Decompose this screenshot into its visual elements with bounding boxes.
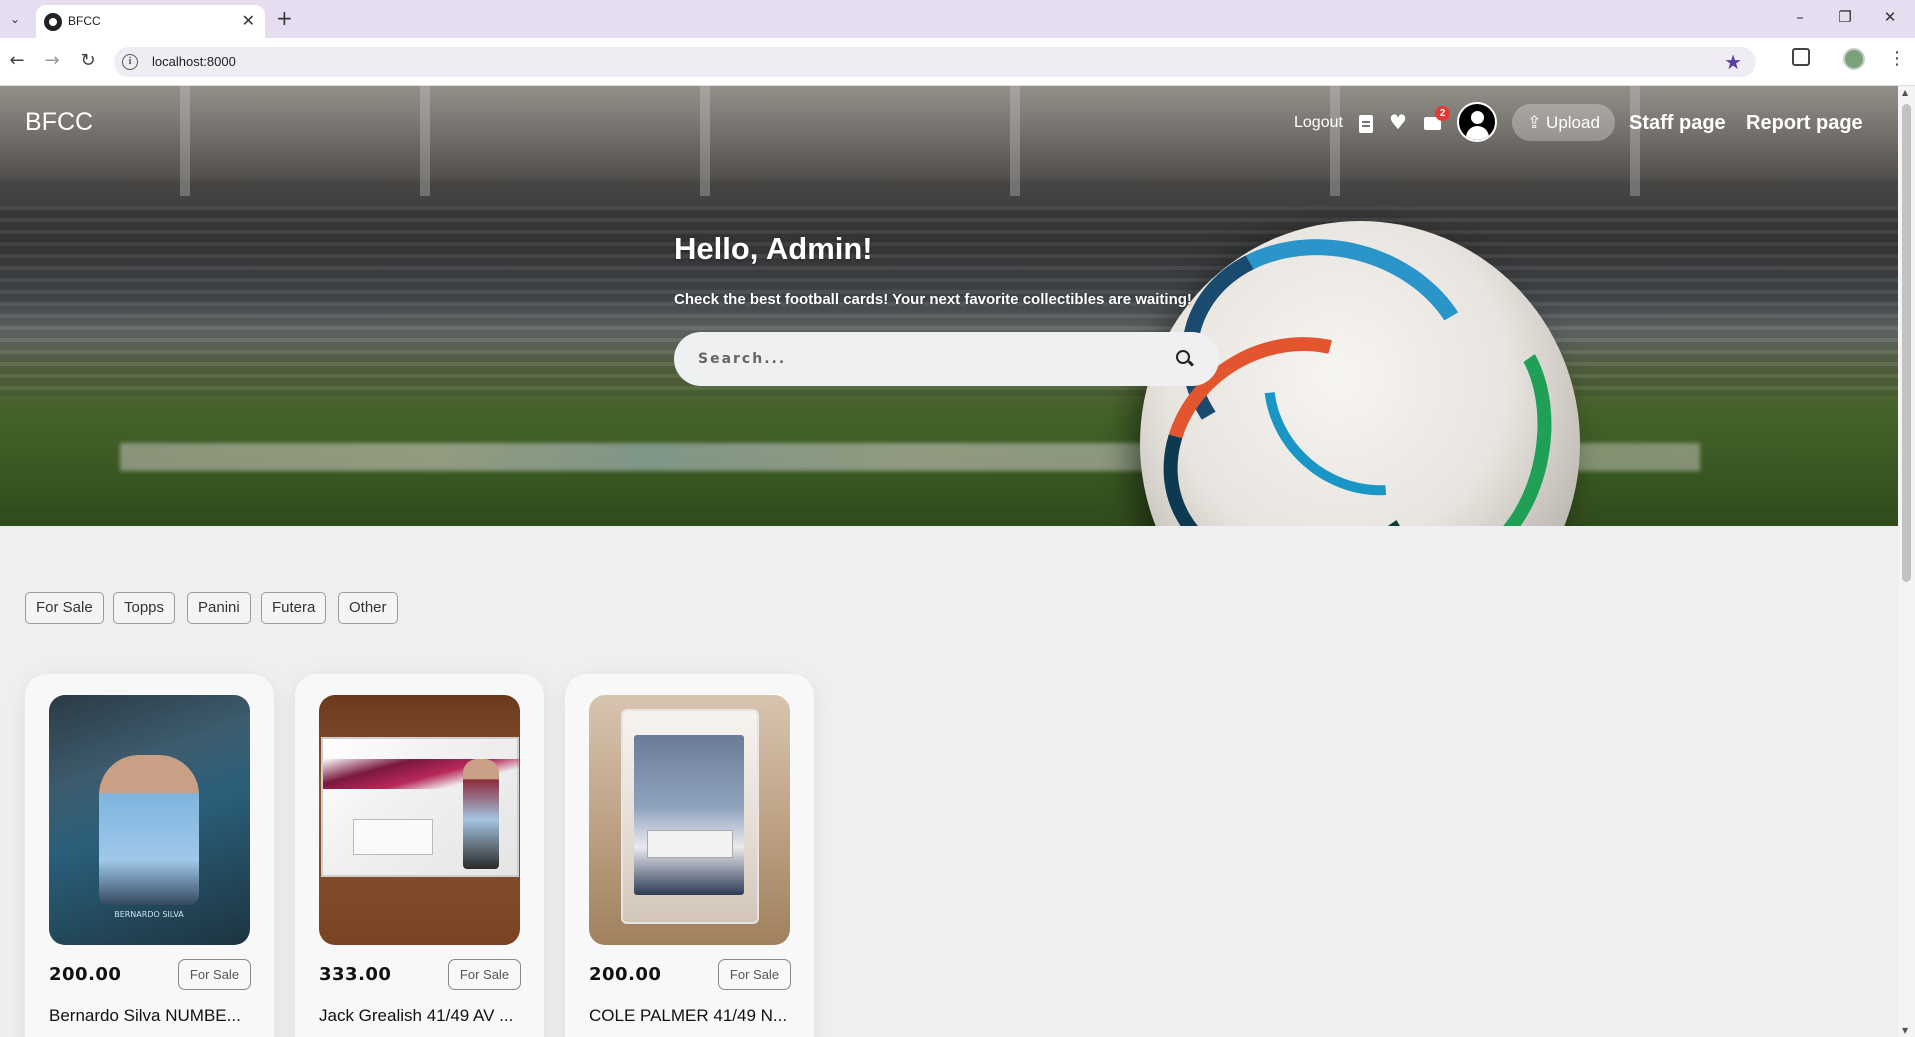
- roof-pillar: [700, 86, 710, 196]
- minimize-icon[interactable]: –: [1790, 8, 1810, 26]
- staff-page-link[interactable]: Staff page: [1629, 112, 1726, 135]
- filter-chip-topps[interactable]: Topps: [113, 592, 176, 624]
- profile-avatar-icon[interactable]: [1843, 48, 1865, 70]
- search-input[interactable]: [698, 348, 1148, 370]
- status-badge: For Sale: [448, 959, 521, 990]
- hero-title: Hello, Admin!: [674, 231, 873, 266]
- product-card[interactable]: 200.00 For Sale COLE PALMER 41/49 N...: [565, 674, 814, 1037]
- tab-close-icon[interactable]: ✕: [242, 11, 255, 30]
- hero-subtitle: Check the best football cards! Your next…: [674, 291, 1192, 308]
- autograph-box: [647, 830, 733, 858]
- site-info-icon[interactable]: i: [122, 54, 138, 70]
- extensions-puzzle-icon[interactable]: [1792, 48, 1810, 66]
- card-art-text: BERNARDO SILVA: [114, 910, 184, 919]
- roof-pillar: [180, 86, 190, 196]
- hero-banner: BFCC Logout ♥ 2 ⇪ Upload Staff page Repo…: [0, 86, 1898, 526]
- brand-logo[interactable]: BFCC: [25, 108, 93, 137]
- page-scrollbar[interactable]: ▲ ▼: [1898, 86, 1915, 1037]
- card-art: [319, 695, 520, 945]
- filter-chip-for-sale[interactable]: For Sale: [25, 592, 104, 624]
- search-box: [674, 332, 1219, 386]
- restore-icon[interactable]: ❐: [1835, 8, 1855, 26]
- card-price: 200.00: [589, 964, 662, 985]
- reload-icon[interactable]: ↻: [77, 50, 99, 71]
- upload-button[interactable]: ⇪ Upload: [1512, 104, 1615, 141]
- tab-title: BFCC: [68, 14, 101, 28]
- status-badge: For Sale: [718, 959, 791, 990]
- favorites-heart-icon[interactable]: ♥: [1389, 110, 1407, 134]
- product-card[interactable]: 333.00 For Sale Jack Grealish 41/49 AV .…: [295, 674, 544, 1037]
- bookmark-star-icon[interactable]: ★: [1724, 50, 1742, 74]
- card-price: 333.00: [319, 964, 392, 985]
- scroll-down-arrow-icon[interactable]: ▼: [1902, 1026, 1908, 1035]
- url-text[interactable]: localhost:8000: [152, 54, 236, 69]
- card-title[interactable]: COLE PALMER 41/49 N...: [589, 1006, 799, 1026]
- roof-pillar: [420, 86, 430, 196]
- football-favicon-icon: [44, 13, 62, 31]
- scrollbar-thumb[interactable]: [1902, 104, 1911, 582]
- card-image[interactable]: BERNARDO SILVA: [49, 695, 250, 945]
- card-image[interactable]: [319, 695, 520, 945]
- card-title[interactable]: Bernardo Silva NUMBE...: [49, 1006, 259, 1026]
- card-art: BERNARDO SILVA: [49, 695, 250, 945]
- scroll-up-arrow-icon[interactable]: ▲: [1902, 88, 1908, 97]
- card-title[interactable]: Jack Grealish 41/49 AV ...: [319, 1006, 529, 1026]
- browser-tab[interactable]: BFCC ✕: [36, 5, 265, 38]
- messages-count-badge: 2: [1435, 106, 1450, 121]
- window-close-icon[interactable]: ✕: [1880, 8, 1900, 26]
- browser-tab-bar: ⌄ BFCC ✕ + – ❐ ✕: [0, 0, 1915, 38]
- card-price: 200.00: [49, 964, 122, 985]
- address-bar[interactable]: i localhost:8000 ★: [114, 47, 1756, 77]
- status-badge: For Sale: [178, 959, 251, 990]
- roof-pillar: [1010, 86, 1020, 196]
- card-art: [589, 695, 790, 945]
- player-figure: [99, 755, 199, 905]
- search-icon[interactable]: [1176, 350, 1190, 364]
- user-head: [1471, 111, 1484, 124]
- user-profile-icon[interactable]: [1457, 102, 1497, 142]
- browser-toolbar: ← → ↻ i localhost:8000 ★ ⋮: [0, 38, 1915, 86]
- back-arrow-icon[interactable]: ←: [6, 50, 28, 71]
- card-front: [634, 735, 744, 895]
- filter-chip-panini[interactable]: Panini: [187, 592, 251, 624]
- new-tab-button[interactable]: +: [276, 6, 293, 30]
- roof-pillar: [1330, 86, 1340, 196]
- tab-search-chevron-icon[interactable]: ⌄: [4, 8, 26, 30]
- card-slab: [321, 737, 520, 877]
- report-page-link[interactable]: Report page: [1746, 112, 1863, 135]
- product-card[interactable]: BERNARDO SILVA 200.00 For Sale Bernardo …: [25, 674, 274, 1037]
- card-image[interactable]: [589, 695, 790, 945]
- roof-pillar: [1630, 86, 1640, 196]
- page-viewport: BFCC Logout ♥ 2 ⇪ Upload Staff page Repo…: [0, 86, 1898, 1037]
- user-body: [1466, 126, 1489, 140]
- filter-chip-futera[interactable]: Futera: [261, 592, 327, 624]
- filter-chip-other[interactable]: Other: [338, 592, 398, 624]
- autograph-box: [353, 819, 433, 855]
- logout-link[interactable]: Logout: [1294, 114, 1343, 132]
- browser-menu-icon[interactable]: ⋮: [1888, 48, 1906, 69]
- forward-arrow-icon[interactable]: →: [41, 50, 63, 71]
- stadium-roof: [0, 86, 1898, 181]
- player-figure: [463, 759, 499, 869]
- book-icon[interactable]: [1359, 115, 1373, 133]
